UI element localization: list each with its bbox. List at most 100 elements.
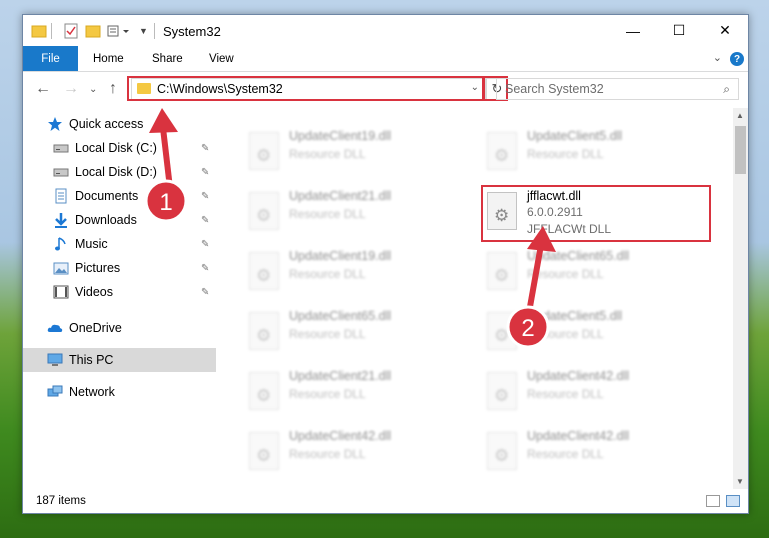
file-name: UpdateClient65.dll bbox=[527, 249, 630, 263]
address-folder-icon bbox=[137, 83, 151, 94]
navigation-bar: ← → ⌄ ↑ C:\Windows\System32 ⌄ ↻ Search S… bbox=[23, 72, 748, 107]
file-item[interactable]: ⚙ UpdateClient19.dll Resource DLL bbox=[245, 246, 475, 302]
new-folder-icon[interactable] bbox=[85, 23, 101, 39]
file-item[interactable]: ⚙ UpdateClient65.dll Resource DLL bbox=[483, 246, 713, 302]
file-description: Resource DLL bbox=[289, 147, 366, 161]
file-item[interactable]: ⚙ UpdateClient42.dll Resource DLL bbox=[483, 366, 713, 422]
file-name: UpdateClient5.dll bbox=[527, 129, 623, 143]
window-title: System32 bbox=[163, 24, 221, 39]
dll-file-icon: ⚙ bbox=[487, 252, 517, 290]
file-item[interactable]: ⚙ UpdateClient5.dll Resource DLL bbox=[483, 126, 713, 182]
search-icon: ⌕ bbox=[723, 82, 730, 96]
gear-icon: ⚙ bbox=[494, 446, 510, 465]
help-icon[interactable]: ? bbox=[730, 52, 744, 66]
file-name: UpdateClient42.dll bbox=[527, 429, 630, 443]
sidebar-item-network[interactable]: Network bbox=[23, 380, 216, 404]
file-description: Resource DLL bbox=[527, 147, 604, 161]
maximize-button[interactable]: ☐ bbox=[656, 15, 702, 46]
details-view-icon[interactable] bbox=[706, 495, 720, 507]
sidebar-item-music[interactable]: Music ✎ bbox=[23, 232, 216, 256]
file-item-jfflacwt[interactable]: ⚙ jfflacwt.dll 6.0.0.2911 JFFLACWt DLL bbox=[483, 186, 713, 242]
up-arrow-icon[interactable]: ↑ bbox=[109, 80, 117, 98]
gear-icon: ⚙ bbox=[256, 386, 272, 405]
pin-icon[interactable]: ✎ bbox=[201, 215, 209, 226]
file-item[interactable]: ⚙ UpdateClient65.dll Resource DLL bbox=[245, 306, 475, 362]
quick-access-dropdown-icon[interactable]: ▼ bbox=[139, 23, 148, 39]
expand-ribbon-icon[interactable]: ⌄ bbox=[713, 51, 722, 64]
sidebar-item-quick-access[interactable]: Quick access bbox=[23, 112, 216, 136]
pin-icon[interactable]: ✎ bbox=[201, 287, 209, 298]
dll-file-icon: ⚙ bbox=[249, 432, 279, 470]
properties-icon[interactable] bbox=[63, 23, 79, 39]
ribbon: File Home Share View ⌄ ? bbox=[23, 46, 748, 72]
pin-icon[interactable]: ✎ bbox=[201, 143, 209, 154]
file-item[interactable]: ⚙ UpdateClient21.dll Resource DLL bbox=[245, 366, 475, 422]
back-arrow-icon[interactable]: ← bbox=[35, 80, 51, 98]
address-dropdown-icon[interactable]: ⌄ bbox=[471, 82, 479, 93]
pin-icon[interactable]: ✎ bbox=[201, 191, 209, 202]
gear-icon: ⚙ bbox=[256, 326, 272, 345]
pictures-icon bbox=[53, 262, 69, 275]
gear-icon: ⚙ bbox=[256, 146, 272, 165]
file-name: UpdateClient42.dll bbox=[289, 429, 392, 443]
tab-share[interactable]: Share bbox=[152, 46, 183, 71]
file-description: JFFLACWt DLL bbox=[527, 222, 612, 236]
minimize-button[interactable]: — bbox=[610, 15, 656, 46]
close-button[interactable]: ✕ bbox=[702, 15, 748, 46]
file-version: 6.0.0.2911 bbox=[527, 205, 583, 219]
recent-locations-icon[interactable]: ⌄ bbox=[89, 84, 97, 95]
status-bar: 187 items bbox=[23, 491, 748, 513]
scroll-down-icon[interactable]: ▼ bbox=[736, 477, 744, 486]
computer-icon bbox=[47, 353, 63, 366]
vertical-scrollbar[interactable]: ▲ ▼ bbox=[733, 108, 748, 489]
tab-view[interactable]: View bbox=[209, 46, 234, 71]
customize-toolbar-icon[interactable] bbox=[107, 23, 133, 39]
file-name: UpdateClient19.dll bbox=[289, 129, 392, 143]
dll-file-icon: ⚙ bbox=[249, 252, 279, 290]
forward-arrow-icon[interactable]: → bbox=[63, 80, 79, 98]
file-item[interactable]: ⚙ UpdateClient42.dll Resource DLL bbox=[245, 426, 475, 482]
sidebar-item-onedrive[interactable]: OneDrive bbox=[23, 316, 216, 340]
item-count: 187 items bbox=[36, 495, 86, 507]
file-description: Resource DLL bbox=[527, 387, 604, 401]
scrollbar-thumb[interactable] bbox=[735, 126, 746, 174]
sidebar-item-documents[interactable]: Documents ✎ bbox=[23, 184, 216, 208]
sidebar-item-local-disk-c[interactable]: Local Disk (C:) ✎ bbox=[23, 136, 216, 160]
tab-file[interactable]: File bbox=[23, 46, 78, 71]
gear-icon: ⚙ bbox=[494, 326, 510, 345]
folder-icon bbox=[31, 23, 47, 39]
file-description: Resource DLL bbox=[289, 267, 366, 281]
search-input[interactable]: Search System32 ⌕ bbox=[496, 78, 739, 100]
dll-file-icon: ⚙ bbox=[249, 192, 279, 230]
dll-file-icon: ⚙ bbox=[249, 372, 279, 410]
dll-file-icon: ⚙ bbox=[487, 192, 517, 230]
large-icons-view-icon[interactable] bbox=[726, 495, 740, 507]
drive-icon bbox=[53, 168, 69, 177]
dll-file-icon: ⚙ bbox=[487, 372, 517, 410]
sidebar-item-this-pc[interactable]: This PC bbox=[23, 348, 216, 372]
search-placeholder: Search System32 bbox=[505, 82, 604, 96]
sidebar-item-downloads[interactable]: Downloads ✎ bbox=[23, 208, 216, 232]
dll-file-icon: ⚙ bbox=[249, 132, 279, 170]
videos-icon bbox=[53, 285, 69, 299]
scroll-up-icon[interactable]: ▲ bbox=[736, 111, 744, 120]
tab-home[interactable]: Home bbox=[93, 46, 124, 71]
sidebar-item-local-disk-d[interactable]: Local Disk (D:) ✎ bbox=[23, 160, 216, 184]
file-item[interactable]: ⚙ UpdateClient19.dll Resource DLL bbox=[245, 126, 475, 182]
file-description: Resource DLL bbox=[289, 207, 366, 221]
file-name: UpdateClient42.dll bbox=[527, 369, 630, 383]
file-item[interactable]: ⚙ UpdateClient21.dll Resource DLL bbox=[245, 186, 475, 242]
pin-icon[interactable]: ✎ bbox=[201, 167, 209, 178]
file-description: Resource DLL bbox=[527, 267, 604, 281]
address-bar[interactable]: C:\Windows\System32 ⌄ bbox=[131, 78, 486, 100]
file-name: UpdateClient5.dll bbox=[527, 309, 623, 323]
sidebar-item-pictures[interactable]: Pictures ✎ bbox=[23, 256, 216, 280]
file-item[interactable]: ⚙ UpdateClient42.dll Resource DLL bbox=[483, 426, 713, 482]
sidebar-item-videos[interactable]: Videos ✎ bbox=[23, 280, 216, 304]
pin-icon[interactable]: ✎ bbox=[201, 263, 209, 274]
file-item[interactable]: ⚙ UpdateClient5.dll Resource DLL bbox=[483, 306, 713, 362]
pin-icon[interactable]: ✎ bbox=[201, 239, 209, 250]
file-description: Resource DLL bbox=[527, 447, 604, 461]
documents-icon bbox=[55, 188, 67, 204]
gear-icon: ⚙ bbox=[494, 206, 510, 225]
